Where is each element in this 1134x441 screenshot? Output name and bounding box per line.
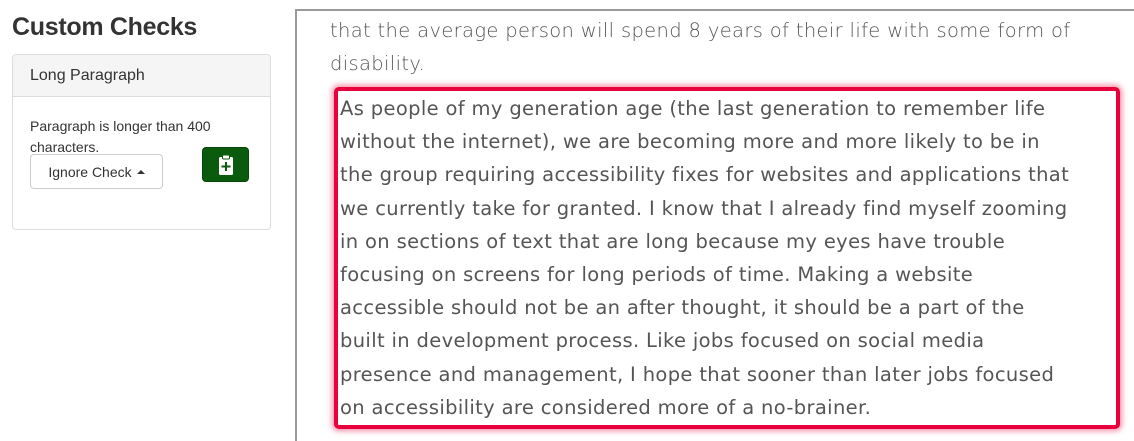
- paragraph-line: focusing on screens for long periods of …: [340, 263, 974, 287]
- paragraph-line: built in development process. Like jobs …: [340, 329, 985, 353]
- clipboard-plus-icon: [218, 154, 233, 175]
- check-panel-heading: Long Paragraph: [13, 55, 270, 97]
- paragraph-line: without the internet), we are becoming m…: [340, 130, 1040, 154]
- custom-checks-sidebar: Custom Checks Long Paragraph Paragraph i…: [0, 0, 285, 441]
- previous-paragraph-line: that the average person will spend 8 yea…: [330, 19, 1071, 42]
- previous-paragraph-line: disability.: [330, 52, 425, 75]
- previous-paragraph: that the average person will spend 8 yea…: [330, 14, 1130, 80]
- paragraph-line: the group requiring accessibility fixes …: [340, 163, 1070, 187]
- paragraph-line: on accessibility are considered more of …: [340, 395, 872, 419]
- content-preview: that the average person will spend 8 yea…: [295, 9, 1134, 441]
- paragraph-line: we currently take for granted. I know th…: [340, 196, 1068, 220]
- clipboard-button[interactable]: [202, 147, 249, 182]
- ignore-check-button[interactable]: Ignore Check: [30, 154, 163, 189]
- paragraph-line: presence and management, I hope that soo…: [340, 362, 1055, 386]
- long-paragraph-check-panel: Long Paragraph Paragraph is longer than …: [12, 54, 271, 230]
- paragraph-line: in on sections of text that are long bec…: [340, 229, 1006, 253]
- caret-up-icon: [136, 170, 145, 174]
- ignore-check-label: Ignore Check: [48, 163, 132, 180]
- sidebar-title: Custom Checks: [12, 13, 198, 41]
- flagged-paragraph-highlight[interactable]: As people of my generation age (the last…: [334, 87, 1120, 429]
- paragraph-line: As people of my generation age (the last…: [340, 97, 1046, 120]
- flagged-paragraph: As people of my generation age (the last…: [340, 92, 1130, 424]
- paragraph-line: accessible should not be an after though…: [340, 296, 1025, 320]
